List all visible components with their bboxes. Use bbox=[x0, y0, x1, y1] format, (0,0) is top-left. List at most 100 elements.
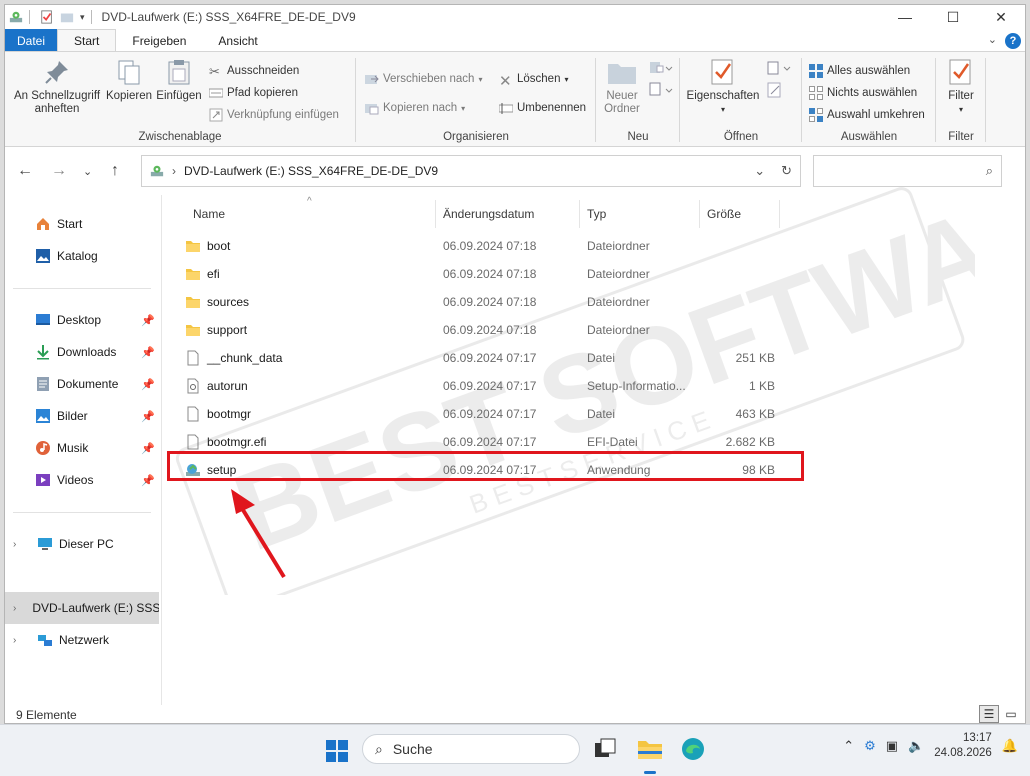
group-label-clipboard: Zwischenablage bbox=[138, 131, 222, 143]
table-row[interactable]: boot 06.09.2024 07:18 Dateiordner bbox=[167, 232, 807, 260]
sidebar-item-netzwerk[interactable]: › Netzwerk bbox=[5, 624, 159, 656]
chevron-right-icon[interactable]: › bbox=[13, 635, 27, 646]
sidebar-item-dokumente[interactable]: Dokumente 📌 bbox=[5, 368, 159, 400]
properties-button[interactable]: Eigenschaften ▾ bbox=[683, 58, 763, 116]
new-folder-quick-icon[interactable] bbox=[60, 10, 74, 24]
column-header-type[interactable]: Typ bbox=[579, 198, 699, 230]
ribbon-collapse-icon[interactable]: ⌄ bbox=[988, 33, 997, 49]
copy-icon bbox=[118, 60, 140, 85]
chevron-right-icon[interactable]: › bbox=[13, 603, 16, 614]
sidebar-item-downloads[interactable]: Downloads 📌 bbox=[5, 336, 159, 368]
tab-start[interactable]: Start bbox=[57, 29, 117, 52]
up-arrow-icon[interactable]: ↑ bbox=[111, 162, 119, 180]
sidebar-item-musik[interactable]: Musik 📌 bbox=[5, 432, 159, 464]
sidebar-item-dieser-pc[interactable]: › Dieser PC bbox=[5, 528, 159, 560]
properties-quick-icon[interactable] bbox=[40, 10, 54, 24]
column-header-name[interactable]: Name bbox=[185, 198, 435, 230]
table-row[interactable]: __chunk_data 06.09.2024 07:17 Datei 251 … bbox=[167, 344, 807, 372]
taskbar-search[interactable]: ⌕ Suche bbox=[362, 734, 580, 764]
table-row[interactable]: efi 06.09.2024 07:18 Dateiordner bbox=[167, 260, 807, 288]
gallery-icon bbox=[36, 249, 50, 263]
column-header-date[interactable]: Änderungsdatum bbox=[435, 198, 579, 230]
edit-icon[interactable] bbox=[767, 82, 783, 98]
new-folder-button[interactable]: Neuer Ordner bbox=[599, 58, 645, 116]
task-view-icon[interactable] bbox=[593, 737, 617, 761]
network-status-icon[interactable]: ▣ bbox=[886, 738, 898, 754]
pin-icon[interactable]: 📌 bbox=[141, 314, 155, 327]
sidebar-item-dvd-drive[interactable]: › DVD-Laufwerk (E:) SSS bbox=[5, 592, 159, 624]
pin-icon[interactable]: 📌 bbox=[141, 474, 155, 487]
copy-path-button[interactable]: Pfad kopieren bbox=[209, 84, 298, 102]
table-row[interactable]: sources 06.09.2024 07:18 Dateiordner bbox=[167, 288, 807, 316]
recent-locations-chevron-icon[interactable]: ⌄ bbox=[83, 165, 92, 178]
table-row[interactable]: support 06.09.2024 07:18 Dateiordner bbox=[167, 316, 807, 344]
paste-button[interactable]: Einfügen bbox=[153, 58, 205, 103]
chevron-right-icon[interactable]: › bbox=[13, 539, 27, 550]
pin-icon[interactable]: 📌 bbox=[141, 346, 155, 359]
group-clipboard: An Schnellzugriff anheften Kopieren Einf… bbox=[5, 52, 355, 146]
sidebar-item-katalog[interactable]: Katalog bbox=[5, 240, 159, 272]
sidebar-item-desktop[interactable]: Desktop 📌 bbox=[5, 304, 159, 336]
clock[interactable]: 13:17 24.08.2026 bbox=[934, 731, 992, 761]
taskbar: ⌕ Suche ⌃ ⚙ ▣ 🔈 13:17 24.08.2026 🔔 bbox=[0, 724, 1030, 776]
pin-icon[interactable]: 📌 bbox=[141, 410, 155, 423]
notification-bell-icon[interactable]: 🔔 bbox=[1002, 738, 1018, 754]
easy-access-icon[interactable] bbox=[649, 82, 673, 98]
invert-selection-button[interactable]: Auswahl umkehren bbox=[809, 106, 925, 124]
sidebar-item-start[interactable]: Start bbox=[5, 208, 159, 240]
copy-button[interactable]: Kopieren bbox=[103, 58, 155, 103]
sidebar-item-videos[interactable]: Videos 📌 bbox=[5, 464, 159, 496]
title-bar[interactable]: ▾ DVD-Laufwerk (E:) SSS_X64FRE_DE-DE_DV9… bbox=[5, 5, 1025, 29]
file-icon bbox=[187, 406, 199, 422]
select-all-icon bbox=[809, 64, 823, 78]
navigation-pane: Start Katalog Desktop 📌 Downloads 📌 Doku… bbox=[5, 200, 159, 705]
large-icons-view-icon[interactable]: ▭ bbox=[1001, 705, 1021, 723]
select-all-button[interactable]: Alles auswählen bbox=[809, 62, 910, 80]
pin-quick-access-button[interactable]: An Schnellzugriff anheften bbox=[9, 58, 105, 116]
tab-datei[interactable]: Datei bbox=[5, 29, 58, 52]
quick-access-dropdown-icon[interactable]: ▾ bbox=[80, 12, 85, 23]
cut-button[interactable]: ✂ Ausschneiden bbox=[209, 62, 299, 80]
edge-browser-icon[interactable] bbox=[681, 737, 705, 761]
delete-button[interactable]: ✕ Löschen ▾ bbox=[499, 70, 569, 90]
file-explorer-icon[interactable] bbox=[637, 737, 663, 761]
pin-icon[interactable]: 📌 bbox=[141, 442, 155, 455]
minimize-button[interactable]: — bbox=[881, 5, 929, 29]
volume-icon[interactable]: 🔈 bbox=[908, 738, 924, 754]
column-header-size[interactable]: Größe bbox=[699, 198, 779, 230]
search-input[interactable]: ⌕ bbox=[813, 155, 1002, 187]
move-to-button[interactable]: Verschieben nach ▾ bbox=[365, 70, 482, 88]
rename-button[interactable]: Umbenennen bbox=[499, 99, 586, 117]
address-bar[interactable]: › DVD-Laufwerk (E:) SSS_X64FRE_DE-DE_DV9… bbox=[141, 155, 801, 187]
highlight-box bbox=[167, 451, 804, 481]
new-folder-icon bbox=[608, 64, 636, 84]
music-icon bbox=[36, 441, 50, 455]
app-tray-icon[interactable]: ⚙ bbox=[864, 738, 876, 754]
tab-ansicht[interactable]: Ansicht bbox=[202, 29, 273, 52]
new-item-icon[interactable] bbox=[649, 60, 673, 76]
forward-arrow-icon[interactable]: → bbox=[51, 162, 67, 180]
clipboard-icon bbox=[168, 60, 190, 85]
address-dropdown-icon[interactable]: ⌄ bbox=[754, 163, 765, 179]
table-row[interactable]: bootmgr 06.09.2024 07:17 Datei 463 KB bbox=[167, 400, 807, 428]
path-icon bbox=[209, 88, 223, 98]
refresh-icon[interactable]: ↻ bbox=[781, 163, 792, 179]
help-icon[interactable]: ? bbox=[1005, 33, 1021, 49]
chevron-up-icon[interactable]: ⌃ bbox=[843, 738, 854, 754]
paste-shortcut-button[interactable]: Verknüpfung einfügen bbox=[209, 106, 339, 124]
back-arrow-icon[interactable]: ← bbox=[17, 162, 33, 180]
pin-icon[interactable]: 📌 bbox=[141, 378, 155, 391]
table-row[interactable]: autorun 06.09.2024 07:17 Setup-Informati… bbox=[167, 372, 807, 400]
details-view-icon[interactable]: ☰ bbox=[979, 705, 999, 723]
open-icon[interactable] bbox=[767, 60, 791, 76]
maximize-button[interactable]: ☐ bbox=[929, 5, 977, 29]
filter-button[interactable]: Filter ▾ bbox=[941, 58, 981, 116]
select-none-button[interactable]: Nichts auswählen bbox=[809, 84, 917, 102]
group-new: Neuer Ordner Neu bbox=[597, 52, 679, 146]
sidebar-item-bilder[interactable]: Bilder 📌 bbox=[5, 400, 159, 432]
tab-freigeben[interactable]: Freigeben bbox=[116, 29, 202, 52]
copy-to-button[interactable]: Kopieren nach ▾ bbox=[365, 99, 465, 117]
windows-start-icon[interactable] bbox=[325, 739, 349, 763]
breadcrumb-chevron-icon[interactable]: › bbox=[172, 164, 176, 178]
close-button[interactable]: ✕ bbox=[977, 5, 1025, 29]
